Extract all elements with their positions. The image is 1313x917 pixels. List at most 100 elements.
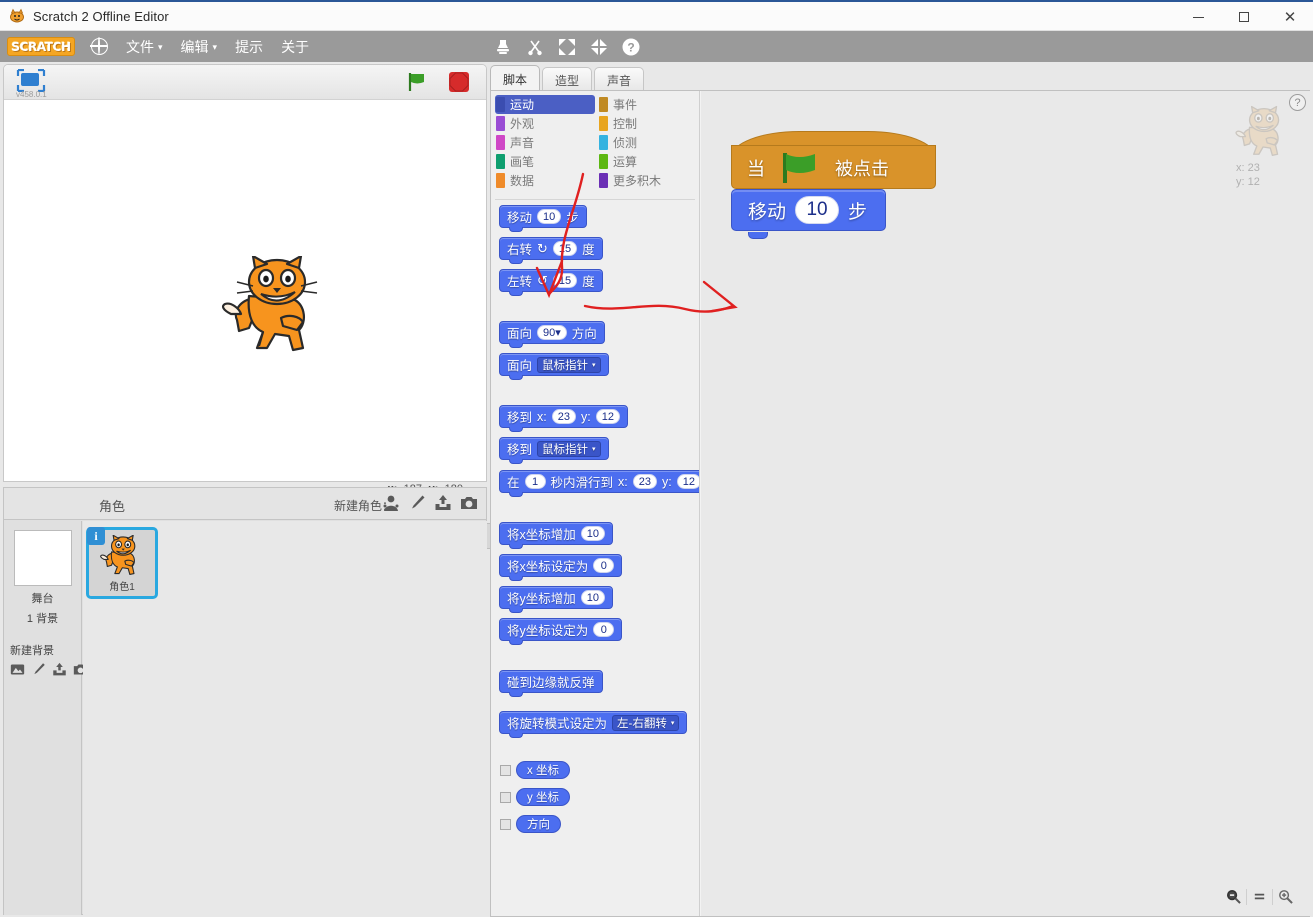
upload-icon[interactable]: [434, 494, 452, 512]
block-input-value[interactable]: 10: [580, 526, 606, 541]
script-block-move-steps[interactable]: 移动 10 步: [731, 189, 886, 239]
tab-sounds[interactable]: 声音: [594, 67, 644, 92]
reporter-y-position[interactable]: y 坐标: [516, 788, 570, 806]
category-swatch: [599, 154, 608, 169]
block-input-value[interactable]: 10: [580, 590, 606, 605]
zoom-in-icon[interactable]: [1273, 885, 1298, 908]
block-change-y-by[interactable]: 将y坐标增加 10: [499, 586, 614, 613]
checkbox-direction[interactable]: [500, 819, 511, 830]
category-sound[interactable]: 声音: [495, 133, 595, 152]
block-turn-right[interactable]: 右转 ↻ 15 度: [499, 237, 603, 264]
sprite-thumbnail: [99, 535, 144, 578]
menu-about[interactable]: 关于: [281, 37, 309, 57]
category-sensing[interactable]: 侦测: [598, 133, 698, 152]
category-pen[interactable]: 画笔: [495, 152, 595, 171]
block-dropdown-direction[interactable]: 90 ▾: [537, 325, 567, 340]
scratch-cat-sprite[interactable]: [219, 256, 327, 358]
stage-canvas[interactable]: [4, 101, 486, 463]
block-set-x-to[interactable]: 将x坐标设定为 0: [499, 554, 623, 581]
paint-icon[interactable]: [31, 662, 46, 680]
stop-icon[interactable]: [449, 72, 469, 92]
minimize-button[interactable]: [1175, 2, 1221, 32]
category-control-label: 控制: [613, 117, 638, 131]
turn-left-icon: ↺: [537, 273, 548, 288]
block-go-to-xy[interactable]: 移到 x: 23 y: 12: [499, 405, 628, 432]
tab-scripts-label: 脚本: [502, 72, 527, 87]
script-move-pre: 移动: [748, 201, 787, 223]
grow-icon[interactable]: [557, 37, 577, 57]
reporter-x-position[interactable]: x 坐标: [516, 761, 570, 779]
maximize-button[interactable]: [1221, 2, 1267, 32]
category-looks[interactable]: 外观: [495, 114, 595, 133]
category-control[interactable]: 控制: [598, 114, 698, 133]
stamp-icon[interactable]: [493, 37, 513, 57]
block-input-y[interactable]: 12: [676, 474, 699, 489]
menu-file[interactable]: 文件 ▾: [126, 37, 163, 57]
reporter-direction[interactable]: 方向: [516, 815, 561, 833]
block-input-value[interactable]: 0: [593, 622, 615, 637]
block-dropdown-target[interactable]: 鼠标指针 ▾: [537, 440, 601, 457]
window-controls: ✕: [1175, 2, 1313, 32]
camera-icon[interactable]: [460, 494, 478, 512]
sprite-item-1[interactable]: i 角色1: [86, 527, 158, 599]
category-more-blocks[interactable]: 更多积木: [598, 171, 698, 190]
block-input-x[interactable]: 23: [632, 474, 658, 489]
block-input-degrees[interactable]: 15: [552, 241, 578, 256]
script-move-input[interactable]: 10: [795, 196, 840, 224]
zoom-out-icon[interactable]: [1221, 885, 1246, 908]
block-set-y-to[interactable]: 将y坐标设定为 0: [499, 618, 623, 645]
block-glide-to-xy[interactable]: 在 1 秒内滑行到 x: 23 y: 12: [499, 470, 699, 497]
category-motion[interactable]: 运动: [495, 95, 595, 114]
checkbox-y-position[interactable]: [500, 792, 511, 803]
block-set-rotation-style[interactable]: 将旋转模式设定为 左-右翻转 ▾: [499, 711, 688, 738]
block-point-in-direction[interactable]: 面向 90 ▾ 方向: [499, 321, 605, 348]
script-canvas[interactable]: ? x: 23 y: 12 当 被点击 移动 10 步: [701, 91, 1310, 916]
library-icon[interactable]: [10, 662, 25, 680]
fullscreen-icon[interactable]: [14, 69, 48, 92]
block-dropdown-target[interactable]: 鼠标指针 ▾: [537, 356, 601, 373]
shrink-icon[interactable]: [589, 37, 609, 57]
canvas-zoom-controls: [1221, 885, 1298, 908]
block-text: 步: [566, 211, 579, 225]
library-icon[interactable]: [382, 494, 400, 512]
zoom-reset-icon[interactable]: [1247, 885, 1272, 908]
block-input-x[interactable]: 23: [551, 409, 576, 424]
paint-icon[interactable]: [408, 494, 426, 512]
category-swatch: [496, 154, 505, 169]
checkbox-x-position[interactable]: [500, 765, 511, 776]
menu-edit[interactable]: 编辑 ▾: [181, 37, 218, 57]
toolbar-tools: ?: [493, 31, 641, 62]
block-point-towards[interactable]: 面向 鼠标指针 ▾: [499, 353, 609, 380]
reporter-label: y 坐标: [527, 792, 559, 804]
scratch-logo[interactable]: SCRATCH: [7, 37, 75, 56]
category-operators[interactable]: 运算: [598, 152, 698, 171]
stage-thumbnail[interactable]: [13, 530, 72, 586]
block-turn-left[interactable]: 左转 ↺ 15 度: [499, 269, 603, 296]
globe-icon[interactable]: [90, 37, 108, 55]
stage-selector-column[interactable]: 舞台 1 背景 新建背景: [4, 521, 88, 915]
green-flag-icon[interactable]: [406, 72, 428, 92]
category-data[interactable]: 数据: [495, 171, 595, 190]
close-button[interactable]: ✕: [1267, 2, 1313, 32]
block-go-to-target[interactable]: 移到 鼠标指针 ▾: [499, 437, 609, 464]
block-input-secs[interactable]: 1: [524, 474, 546, 489]
editor-body: 运动 外观 声音 画笔 数据 事件 控制 侦测 运算 更多积木 移动 10 步 …: [490, 90, 1310, 917]
block-input-y[interactable]: 12: [595, 409, 620, 424]
block-input-value[interactable]: 0: [593, 558, 615, 573]
tab-scripts[interactable]: 脚本: [490, 65, 540, 92]
block-input-steps[interactable]: 10: [537, 209, 562, 224]
scissors-icon[interactable]: [525, 37, 545, 57]
block-move-steps[interactable]: 移动 10 步: [499, 205, 587, 232]
block-dropdown-rotation-style[interactable]: 左-右翻转 ▾: [612, 714, 680, 731]
tab-costumes[interactable]: 造型: [542, 67, 592, 92]
category-column-left: 运动 外观 声音 画笔 数据: [495, 95, 595, 190]
block-if-on-edge-bounce[interactable]: 碰到边缘就反弹: [499, 670, 603, 697]
upload-icon[interactable]: [52, 662, 67, 680]
menu-tips[interactable]: 提示: [235, 37, 263, 57]
menu-bar: SCRATCH 文件 ▾ 编辑 ▾ 提示 关于 ?: [0, 31, 1313, 62]
script-block-when-flag-clicked[interactable]: 当 被点击: [731, 131, 936, 195]
category-events[interactable]: 事件: [598, 95, 698, 114]
block-change-x-by[interactable]: 将x坐标增加 10: [499, 522, 614, 549]
block-input-degrees[interactable]: 15: [552, 273, 578, 288]
help-icon[interactable]: ?: [621, 37, 641, 57]
